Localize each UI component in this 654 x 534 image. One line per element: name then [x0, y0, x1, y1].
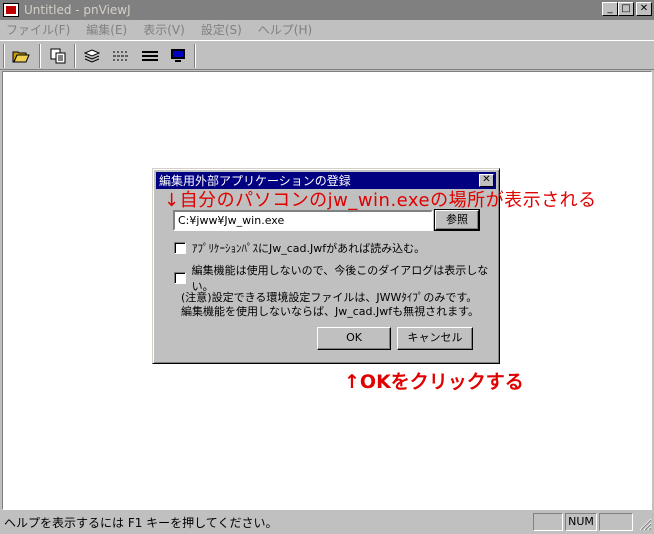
window-title: Untitled - pnViewJ [24, 3, 131, 17]
load-jwf-label: ｱﾌﾟﾘｹｰｼｮﾝﾊﾟｽにJw_cad.Jwfがあれば読み込む。 [192, 242, 426, 255]
annotation-path-text: 自分のパソコンのjw_win.exeの場所が表示される [179, 190, 597, 211]
menu-help[interactable]: ヘルプ(H) [250, 21, 320, 38]
status-message: ヘルプを表示するには F1 キーを押してください。 [4, 516, 278, 530]
ok-button[interactable]: OK [317, 327, 391, 350]
menu-bar: ファイル(F) 編集(E) 表示(V) 設定(S) ヘルプ(H) [0, 20, 654, 39]
hide-dialog-checkbox[interactable] [174, 272, 186, 284]
resize-grip-icon[interactable] [638, 517, 652, 531]
browse-button[interactable]: 参照 [434, 209, 480, 231]
status-pane-scroll [599, 513, 633, 531]
dashed-lines-icon[interactable] [110, 45, 132, 67]
solid-lines-icon[interactable] [139, 45, 161, 67]
toolbar-separator [3, 44, 5, 68]
arrow-up-icon: ↑ [344, 371, 360, 393]
menu-settings[interactable]: 設定(S) [193, 21, 250, 38]
status-pane-num: NUM [565, 513, 597, 531]
status-pane-caps [533, 513, 563, 531]
toolbar-separator [194, 44, 196, 68]
copy-icon[interactable] [47, 45, 69, 67]
load-jwf-option[interactable]: ｱﾌﾟﾘｹｰｼｮﾝﾊﾟｽにJw_cad.Jwfがあれば読み込む。 [174, 240, 425, 256]
minimize-button[interactable]: _ [602, 2, 618, 16]
annotation-path-shown: ↓自分のパソコンのjw_win.exeの場所が表示される [164, 186, 597, 212]
toolbar-separator [39, 44, 41, 68]
annotation-click-text: OKをクリックする [359, 371, 524, 393]
monitor-icon[interactable] [167, 45, 189, 67]
annotation-click-ok: ↑OKをクリックする [344, 367, 524, 394]
maximize-button[interactable]: □ [618, 2, 634, 16]
load-jwf-checkbox[interactable] [174, 242, 186, 254]
close-button[interactable]: ✕ [636, 2, 652, 16]
window-controls: _ □ ✕ [602, 2, 652, 16]
folder-open-icon[interactable] [10, 45, 32, 67]
menu-edit[interactable]: 編集(E) [78, 21, 135, 38]
toolbar [0, 40, 654, 70]
layers-icon[interactable] [81, 45, 103, 67]
status-bar: ヘルプを表示するには F1 キーを押してください。 NUM [0, 511, 654, 534]
app-icon[interactable] [3, 3, 19, 17]
menu-view[interactable]: 表示(V) [135, 21, 193, 38]
app-path-input[interactable]: C:¥jww¥Jw_win.exe [173, 210, 433, 231]
menu-file[interactable]: ファイル(F) [0, 21, 78, 38]
cancel-button[interactable]: キャンセル [397, 327, 473, 350]
window-title-bar[interactable]: Untitled - pnViewJ _ □ ✕ [0, 0, 654, 20]
note-line-2: 編集機能を使用しないならば、Jw_cad.Jwfも無視されます。 [181, 305, 480, 318]
toolbar-separator [74, 44, 76, 68]
arrow-down-icon: ↓ [164, 190, 180, 211]
